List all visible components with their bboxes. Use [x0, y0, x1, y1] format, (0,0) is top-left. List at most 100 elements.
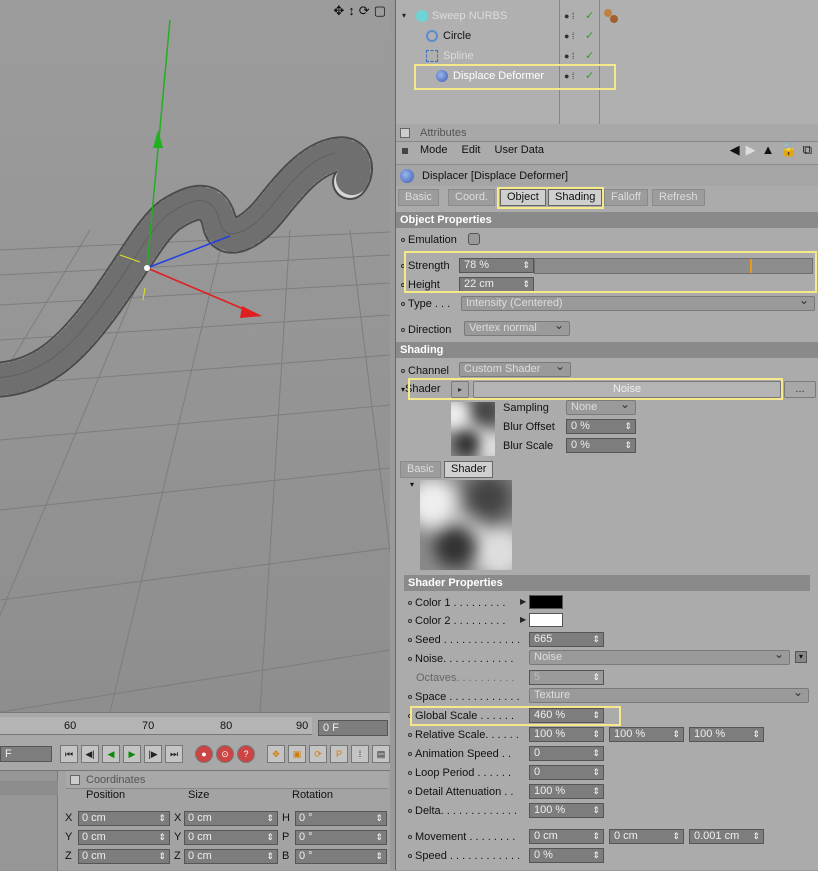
- object-title: Displacer [Displace Deformer]: [422, 170, 569, 182]
- tab-refresh[interactable]: Refresh: [652, 189, 705, 206]
- rotation-b-field[interactable]: 0 °: [295, 849, 387, 864]
- record-scale-icon[interactable]: ▣: [288, 745, 306, 763]
- record-rotation-icon[interactable]: ⟳: [309, 745, 327, 763]
- relative-scale-z-field[interactable]: 100 %: [689, 727, 764, 742]
- go-to-start-button[interactable]: ⏮: [60, 745, 78, 763]
- record-position-icon[interactable]: ✥: [267, 745, 285, 763]
- seed-field[interactable]: 665: [529, 632, 604, 647]
- enabled-check-icon[interactable]: ✓: [585, 6, 594, 26]
- scheme-icon[interactable]: ▤: [372, 745, 390, 763]
- size-y-field[interactable]: 0 cm: [184, 830, 278, 845]
- rotate-view-icon[interactable]: ⟳: [359, 3, 370, 19]
- attributes-title-text: Attributes: [420, 127, 467, 139]
- size-x-field[interactable]: 0 cm: [184, 811, 278, 826]
- tab-coord[interactable]: Coord.: [448, 189, 496, 206]
- direction-label: Direction: [401, 324, 451, 336]
- visibility-dots-icon[interactable]: ● ⁞: [564, 46, 574, 66]
- menu-user-data[interactable]: User Data: [495, 144, 545, 160]
- coordinates-title-text: Coordinates: [86, 774, 146, 786]
- subtab-shader[interactable]: Shader: [444, 461, 494, 478]
- noise-type-dropdown[interactable]: Noise: [529, 648, 790, 665]
- panel-checkbox-icon[interactable]: [400, 128, 410, 138]
- forward-arrow-icon[interactable]: ▶: [746, 142, 756, 158]
- object-row-spline[interactable]: Spline ● ⁞ ✓: [396, 46, 818, 66]
- menu-mode[interactable]: Mode: [420, 144, 448, 160]
- move-view-icon[interactable]: ✥: [333, 3, 344, 19]
- rotation-h-field[interactable]: 0 °: [295, 811, 387, 826]
- noise-type-menu-icon[interactable]: ▾: [795, 651, 807, 663]
- channel-dropdown[interactable]: Custom Shader: [459, 360, 571, 377]
- play-forward-button[interactable]: ▶: [123, 745, 141, 763]
- sampling-label: Sampling: [503, 402, 549, 414]
- sampling-dropdown[interactable]: None: [566, 398, 636, 415]
- color2-swatch[interactable]: [529, 613, 563, 627]
- zoom-view-icon[interactable]: ↕: [348, 3, 355, 19]
- object-title-bar: Displacer [Displace Deformer]: [396, 164, 818, 186]
- color1-swatch[interactable]: [529, 595, 563, 609]
- movement-x-field[interactable]: 0 cm: [529, 829, 604, 844]
- new-panel-icon[interactable]: ⧉: [803, 142, 812, 158]
- loop-period-field[interactable]: 0: [529, 765, 604, 780]
- keyframe-selection-button[interactable]: ?: [237, 745, 255, 763]
- loop-period-label: Loop Period . . . . . .: [408, 767, 511, 779]
- shader-preview-small: [451, 402, 495, 456]
- object-row-circle[interactable]: Circle ● ⁞ ✓: [396, 26, 818, 46]
- tab-falloff[interactable]: Falloff: [604, 189, 648, 206]
- attributes-nav-icons: ◀ ▶ ▲ 🔓 ⧉: [730, 142, 812, 158]
- position-x-field[interactable]: 0 cm: [78, 811, 170, 826]
- 3d-viewport[interactable]: ✥ ↕ ⟳ ▢: [0, 0, 390, 712]
- start-frame-field[interactable]: F: [0, 746, 52, 762]
- tab-basic[interactable]: Basic: [398, 189, 439, 206]
- next-frame-button[interactable]: |▶: [144, 745, 162, 763]
- attributes-menu: Mode Edit User Data: [402, 144, 545, 160]
- left-strip: [0, 771, 58, 871]
- octaves-field[interactable]: 5: [529, 670, 604, 685]
- enabled-check-icon[interactable]: ✓: [585, 46, 594, 66]
- shader-more-button[interactable]: ...: [784, 381, 816, 398]
- maximize-view-icon[interactable]: ▢: [374, 3, 386, 19]
- back-arrow-icon[interactable]: ◀: [730, 142, 740, 158]
- visibility-dots-icon[interactable]: ● ⁞: [564, 6, 574, 26]
- record-button[interactable]: ●: [195, 745, 213, 763]
- axis-label: H: [282, 812, 290, 824]
- blur-offset-field[interactable]: 0 %: [566, 419, 636, 434]
- timeline-ruler[interactable]: 60 70 80 90: [0, 717, 312, 735]
- auto-key-button[interactable]: ⊙: [216, 745, 234, 763]
- delta-field[interactable]: 100 %: [529, 803, 604, 818]
- play-backward-button[interactable]: ◀: [102, 745, 120, 763]
- menu-edit[interactable]: Edit: [462, 144, 481, 160]
- object-row-sweep-nurbs[interactable]: ▾ Sweep NURBS ● ⁞ ✓: [396, 6, 818, 26]
- rotation-p-field[interactable]: 0 °: [295, 830, 387, 845]
- movement-z-field[interactable]: 0.001 cm: [689, 829, 764, 844]
- previous-frame-button[interactable]: ◀|: [81, 745, 99, 763]
- speed-field[interactable]: 0 %: [529, 848, 604, 863]
- direction-dropdown[interactable]: Vertex normal: [464, 319, 570, 336]
- detail-attenuation-field[interactable]: 100 %: [529, 784, 604, 799]
- relative-scale-y-field[interactable]: 100 %: [609, 727, 684, 742]
- lock-icon[interactable]: 🔓: [781, 142, 797, 158]
- emulation-checkbox[interactable]: [468, 233, 480, 245]
- go-to-end-button[interactable]: ⏭: [165, 745, 183, 763]
- color1-label: Color 1 . . . . . . . . .: [408, 597, 505, 609]
- position-z-field[interactable]: 0 cm: [78, 849, 170, 864]
- material-tag-icon[interactable]: [610, 15, 618, 23]
- up-arrow-icon[interactable]: ▲: [762, 142, 775, 158]
- record-parameter-icon[interactable]: P: [330, 745, 348, 763]
- animation-speed-field[interactable]: 0: [529, 746, 604, 761]
- subtab-basic[interactable]: Basic: [400, 461, 441, 478]
- space-dropdown[interactable]: Texture: [529, 686, 809, 703]
- collapse-arrow-icon[interactable]: ▾: [410, 480, 414, 489]
- position-y-field[interactable]: 0 cm: [78, 830, 170, 845]
- size-z-field[interactable]: 0 cm: [184, 849, 278, 864]
- movement-y-field[interactable]: 0 cm: [609, 829, 684, 844]
- type-dropdown[interactable]: Intensity (Centered): [461, 294, 815, 311]
- blur-scale-field[interactable]: 0 %: [566, 438, 636, 453]
- panel-checkbox-icon[interactable]: [70, 775, 80, 785]
- tick-label: 80: [220, 720, 233, 732]
- relative-scale-x-field[interactable]: 100 %: [529, 727, 604, 742]
- enabled-check-icon[interactable]: ✓: [585, 26, 594, 46]
- record-point-icon[interactable]: ⁞: [351, 745, 369, 763]
- relative-scale-label: Relative Scale. . . . . .: [408, 729, 519, 741]
- current-frame-field[interactable]: 0 F: [318, 720, 388, 736]
- visibility-dots-icon[interactable]: ● ⁞: [564, 26, 574, 46]
